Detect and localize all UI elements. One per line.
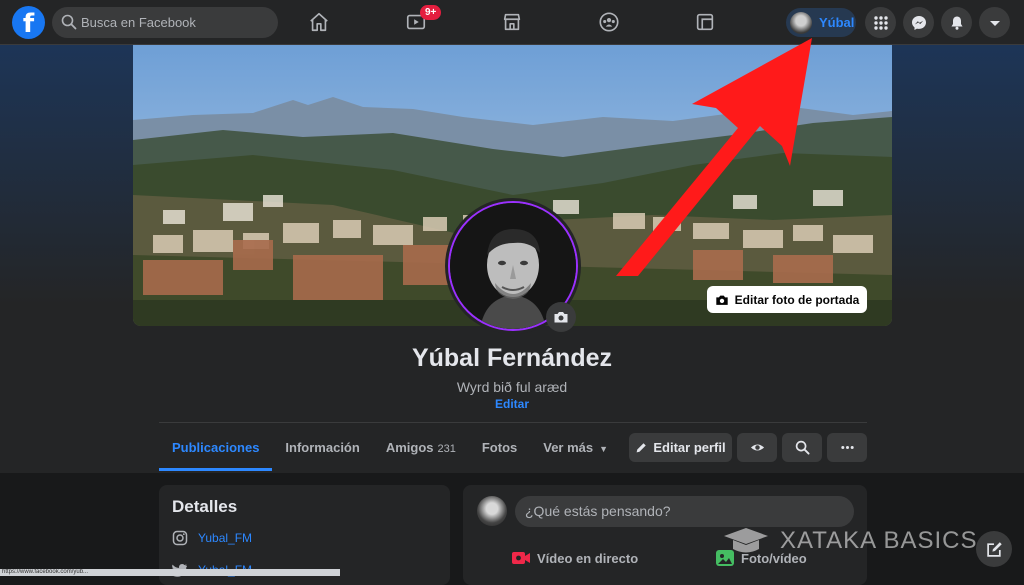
search-icon [795, 440, 810, 455]
instagram-icon [172, 530, 188, 546]
top-navigation-bar: f 9+ Yúbal [0, 0, 1024, 45]
nav-marketplace[interactable] [476, 3, 548, 41]
notifications-button[interactable] [941, 7, 972, 38]
live-video-button[interactable]: Vídeo en directo [511, 549, 638, 567]
friends-count: 231 [437, 443, 456, 455]
gaming-icon [696, 13, 714, 31]
edit-bio-link[interactable]: Editar [0, 397, 1024, 411]
graduation-cap-icon [724, 528, 768, 553]
avatar [477, 496, 507, 526]
profile-tabs: Publicaciones Información Amigos 231 Foto… [159, 428, 621, 471]
compose-icon [986, 541, 1002, 557]
view-as-button[interactable] [737, 433, 777, 462]
edit-cover-photo-button[interactable]: Editar foto de portada [707, 286, 867, 313]
chevron-down-icon [989, 20, 1000, 26]
eye-icon [750, 444, 764, 451]
nav-groups[interactable] [573, 3, 645, 41]
profile-shortcut-name: Yúbal [819, 15, 855, 30]
edit-profile-button[interactable]: Editar perfil [629, 433, 732, 462]
tab-label: Ver más [543, 440, 594, 455]
profile-bio: Wyrd bið ful aræd [456, 379, 568, 395]
search-icon [61, 14, 77, 30]
status-bar-url: https://www.facebook.com/yub... [0, 569, 340, 576]
profile-shortcut[interactable]: Yúbal [786, 8, 856, 37]
new-message-button[interactable] [976, 531, 1012, 567]
divider [159, 422, 867, 423]
tab-publicaciones[interactable]: Publicaciones [159, 428, 273, 471]
bell-icon [951, 16, 962, 30]
tab-fotos[interactable]: Fotos [469, 428, 530, 468]
nav-home[interactable] [283, 3, 355, 41]
nav-watch[interactable]: 9+ [380, 3, 452, 41]
facebook-logo[interactable]: f [12, 6, 45, 39]
profile-name: Yúbal Fernández [411, 344, 613, 372]
caret-down-icon: ▼ [599, 444, 609, 454]
more-options-button[interactable] [827, 433, 867, 462]
update-profile-picture-button[interactable] [546, 302, 576, 332]
live-video-icon [512, 552, 530, 564]
grid-menu-icon [873, 15, 888, 30]
tab-label: Fotos [481, 440, 518, 455]
tab-amigos[interactable]: Amigos 231 [373, 428, 469, 468]
tab-label: Publicaciones [172, 440, 260, 455]
tab-label: Información [285, 440, 360, 455]
live-video-label: Vídeo en directo [537, 550, 639, 566]
camera-icon [554, 312, 568, 323]
edit-cover-photo-label: Editar foto de portada [734, 292, 860, 307]
avatar [790, 11, 812, 34]
edit-profile-label: Editar perfil [653, 440, 726, 455]
xataka-watermark: XATAKA BASICS [722, 526, 978, 556]
status-input[interactable]: ¿Qué estás pensando? [515, 496, 854, 527]
nav-gaming[interactable] [669, 3, 741, 41]
tab-informacion[interactable]: Información [272, 428, 372, 468]
tab-ver-mas[interactable]: Ver más ▼ [530, 428, 621, 468]
messenger-icon [911, 15, 926, 30]
search-input[interactable] [81, 7, 271, 38]
camera-icon [715, 295, 728, 305]
tab-label: Amigos [385, 440, 434, 455]
home-icon [310, 12, 328, 32]
menu-button[interactable] [865, 7, 896, 38]
instagram-link[interactable]: Yubal_FM [172, 530, 252, 546]
account-button[interactable] [979, 7, 1010, 38]
search-profile-button[interactable] [782, 433, 822, 462]
store-icon [503, 13, 521, 31]
groups-icon [599, 12, 619, 32]
search-box[interactable] [52, 7, 278, 38]
messenger-button[interactable] [903, 7, 934, 38]
watermark-text: XATAKA BASICS [780, 527, 978, 554]
pencil-icon [637, 443, 647, 453]
ellipsis-icon [840, 446, 854, 449]
notification-badge: 9+ [420, 5, 442, 20]
details-title: Detalles [172, 497, 238, 516]
instagram-handle: Yubal_FM [198, 531, 253, 545]
